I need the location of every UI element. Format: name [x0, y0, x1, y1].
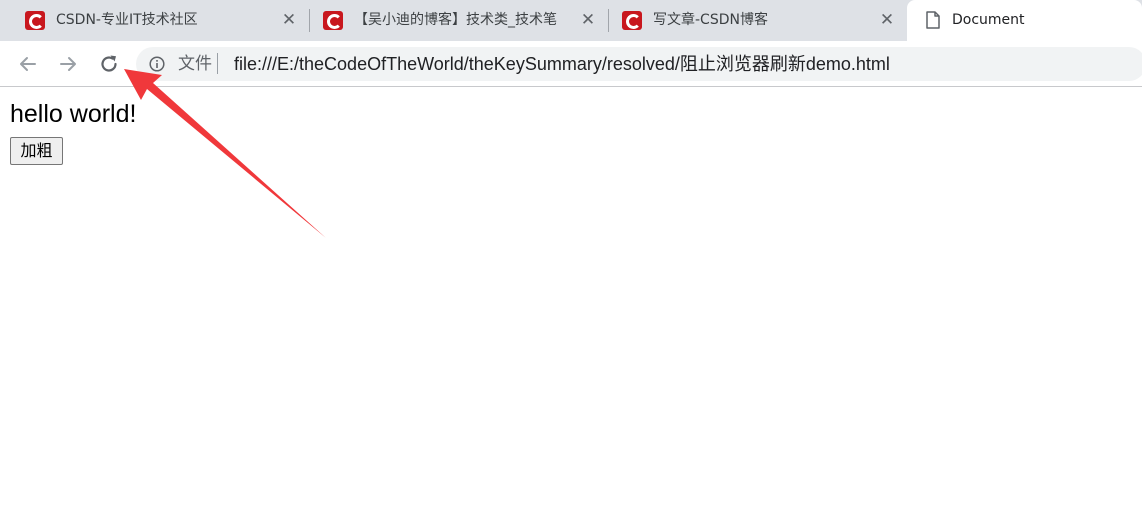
- bold-button[interactable]: 加粗: [10, 137, 63, 165]
- forward-arrow-icon[interactable]: [56, 52, 80, 76]
- csdn-icon: [25, 11, 45, 30]
- tab-title: 【吴小迪的博客】技术类_技术笔: [354, 12, 557, 28]
- close-icon[interactable]: ✕: [579, 10, 597, 30]
- document-icon: [926, 11, 940, 29]
- csdn-icon: [622, 11, 642, 30]
- tab-title: 写文章-CSDN博客: [653, 12, 768, 28]
- tab-write-article[interactable]: 写文章-CSDN博客 ✕: [597, 0, 906, 41]
- url-text[interactable]: file:///E:/theCodeOfTheWorld/theKeySumma…: [234, 53, 890, 75]
- scheme-separator: [217, 53, 218, 74]
- close-icon[interactable]: ✕: [280, 10, 298, 30]
- tab-title: Document: [952, 12, 1025, 28]
- address-bar[interactable]: 文件 file:///E:/theCodeOfTheWorld/theKeySu…: [136, 47, 1142, 81]
- info-icon[interactable]: [149, 56, 165, 72]
- page-content: hello world! 加粗: [0, 88, 1142, 507]
- tab-strip: CSDN-专业IT技术社区 ✕ 【吴小迪的博客】技术类_技术笔 ✕ 写文章-CS…: [0, 0, 1142, 41]
- tab-title: CSDN-专业IT技术社区: [56, 12, 198, 28]
- close-icon[interactable]: ✕: [878, 10, 896, 30]
- back-arrow-icon[interactable]: [16, 52, 40, 76]
- csdn-icon: [323, 11, 343, 30]
- tab-document[interactable]: Document: [907, 0, 1142, 41]
- scheme-label: 文件: [178, 54, 212, 74]
- tab-blog[interactable]: 【吴小迪的博客】技术类_技术笔 ✕: [298, 0, 607, 41]
- page-heading: hello world!: [10, 100, 137, 128]
- browser-toolbar: 文件 file:///E:/theCodeOfTheWorld/theKeySu…: [0, 41, 1142, 87]
- tab-csdn-home[interactable]: CSDN-专业IT技术社区 ✕: [0, 0, 307, 41]
- reload-icon[interactable]: [97, 52, 121, 76]
